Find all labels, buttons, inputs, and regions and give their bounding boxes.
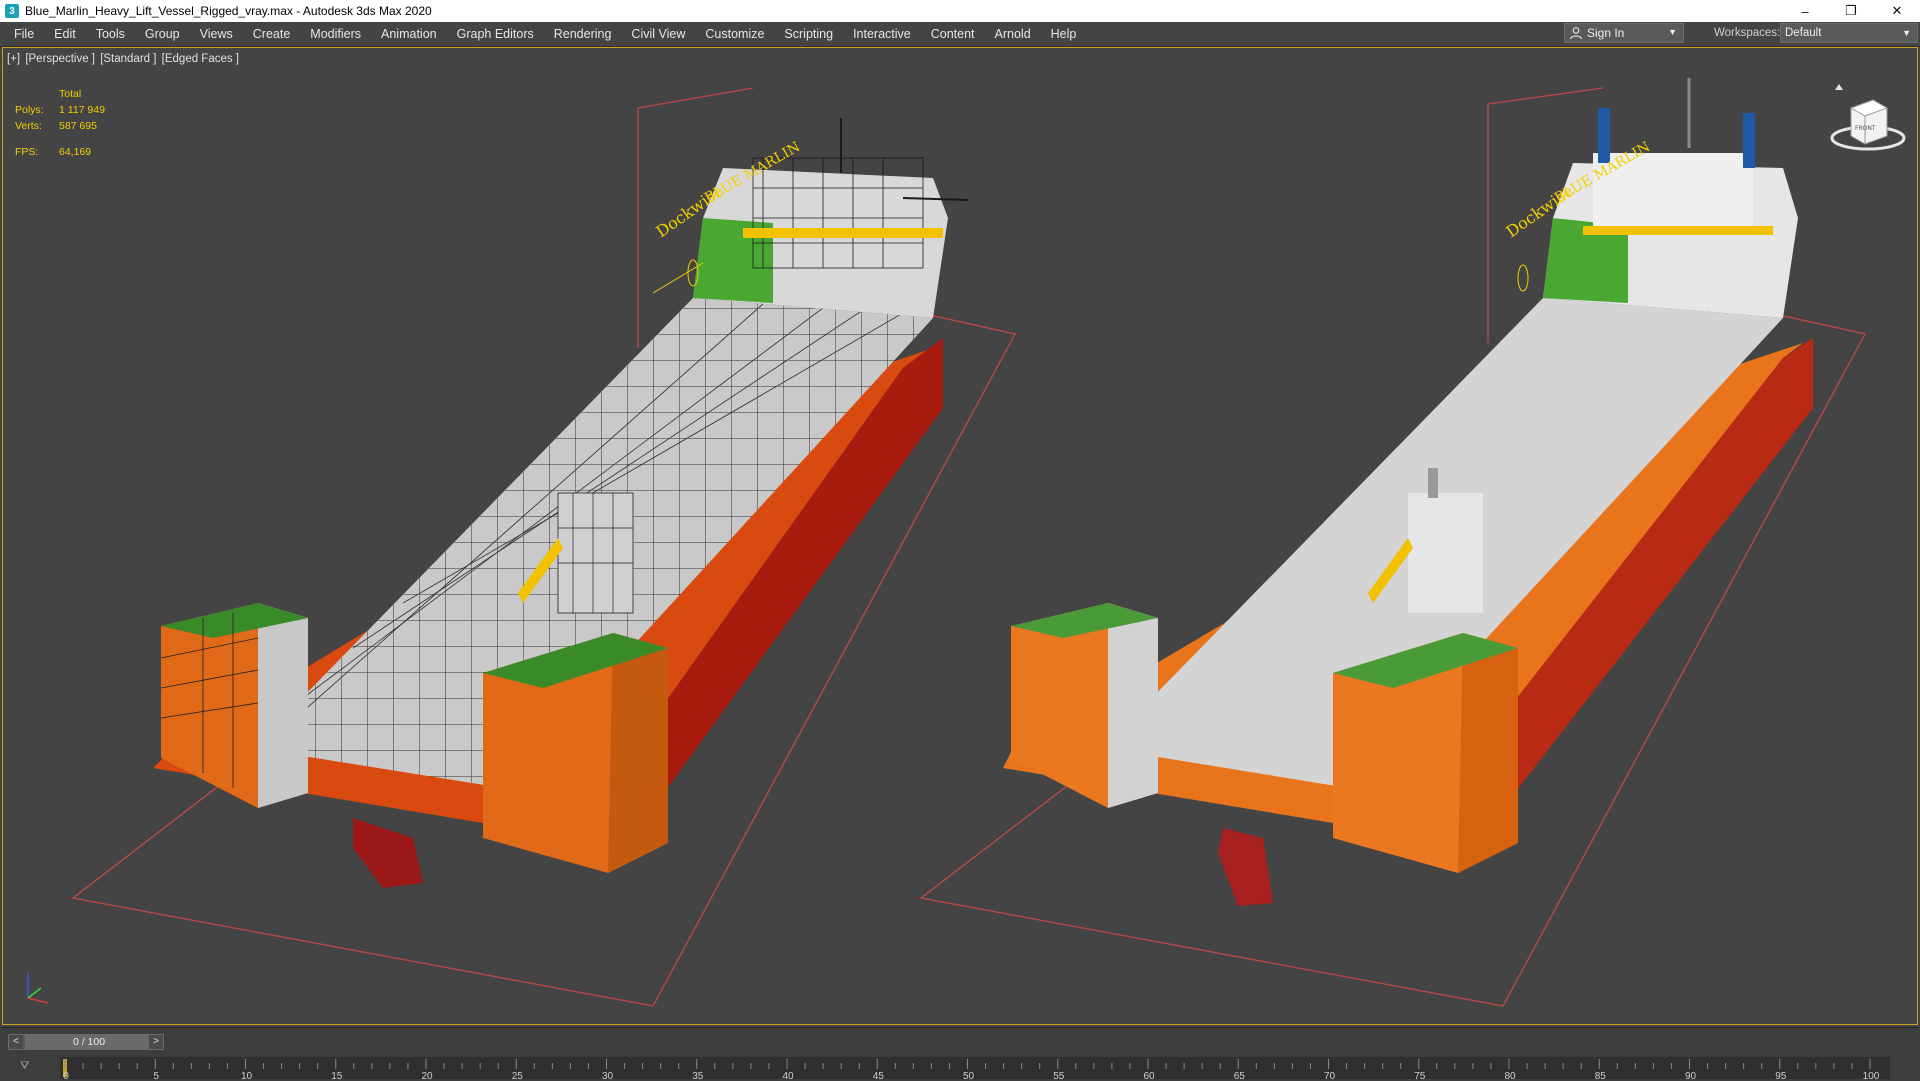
axis-tripod [27, 973, 49, 1004]
viewport-shading-standard[interactable]: [Standard ] [100, 53, 156, 65]
verts-value: 587 695 [59, 120, 97, 132]
menu-group[interactable]: Group [135, 22, 190, 46]
fps-label: FPS: [15, 146, 39, 158]
menu-file[interactable]: File [0, 22, 44, 46]
viewport-menu-plus[interactable]: [+] [7, 53, 20, 65]
menu-interactive[interactable]: Interactive [843, 22, 921, 46]
next-frame-button[interactable]: > [149, 1035, 163, 1049]
vessel-shaded[interactable]: Dockwise BLUE MARLIN [919, 78, 1866, 1007]
workspaces-label: Workspaces: [1714, 27, 1781, 39]
time-slider-bar: < 0 / 100 > ⛛ 0 5 10 15 20 25 30 35 40 45 50 55 60 65… [0, 1027, 1920, 1081]
menu-scripting[interactable]: Scripting [774, 22, 843, 46]
menu-animation[interactable]: Animation [371, 22, 447, 46]
fps-value: 64,169 [59, 146, 92, 158]
workspace-value: Default [1785, 27, 1822, 39]
workspace-dropdown[interactable]: Default ▼ [1780, 23, 1918, 43]
window-title: Blue_Marlin_Heavy_Lift_Vessel_Rigged_vra… [25, 4, 432, 18]
menu-tools[interactable]: Tools [86, 22, 135, 46]
frame-display[interactable]: 0 / 100 [25, 1035, 153, 1049]
chevron-down-icon: ▼ [1902, 28, 1911, 38]
vessel-wireframe[interactable]: Dockwise BLUE MARLIN [71, 87, 1016, 1007]
menu-rendering[interactable]: Rendering [544, 22, 622, 46]
sign-in-label: Sign In [1587, 26, 1625, 40]
menu-civil-view[interactable]: Civil View [621, 22, 695, 46]
menu-content[interactable]: Content [921, 22, 985, 46]
sign-in-button[interactable]: Sign In ▼ [1564, 23, 1684, 43]
viewcube-face-label: FRONT [1855, 125, 1876, 132]
menu-customize[interactable]: Customize [695, 22, 774, 46]
menu-modifiers[interactable]: Modifiers [300, 22, 371, 46]
close-button[interactable]: ✕ [1874, 0, 1920, 22]
verts-label: Verts: [15, 120, 42, 132]
menu-edit[interactable]: Edit [44, 22, 86, 46]
chevron-down-icon: ▼ [1668, 27, 1677, 37]
menu-views[interactable]: Views [190, 22, 243, 46]
app-icon: 3 [5, 4, 19, 18]
time-slider[interactable]: < 0 / 100 > [8, 1034, 164, 1050]
viewport-shading-edged-faces[interactable]: [Edged Faces ] [162, 53, 239, 65]
scene-render[interactable]: Dockwise BLUE MARLIN Dockwise BLUE MARLI… [3, 48, 1917, 1024]
restore-button[interactable]: ❐ [1828, 0, 1874, 22]
track-bar[interactable]: 0 5 10 15 20 25 30 35 40 45 50 55 60 65 70 75 80 85 90 95 10… [0, 1054, 1920, 1081]
perspective-viewport[interactable]: Dockwise BLUE MARLIN Dockwise BLUE MARLI… [2, 47, 1918, 1025]
stats-header: Total [59, 88, 82, 100]
minimize-button[interactable]: – [1782, 0, 1828, 22]
polys-value: 1 117 949 [59, 104, 105, 116]
user-icon [1569, 27, 1583, 40]
home-icon[interactable] [1835, 84, 1843, 90]
viewport-point-of-view[interactable]: [Perspective ] [25, 53, 95, 65]
prev-frame-button[interactable]: < [9, 1035, 23, 1049]
scene-statistics: Total Polys: 1 117 949 Verts: 587 695 FPS:… [15, 86, 105, 160]
menu-create[interactable]: Create [243, 22, 301, 46]
viewport-label[interactable]: [+] [Perspective ] [Standard ] [Edged Fa… [7, 53, 241, 65]
menu-arnold[interactable]: Arnold [985, 22, 1041, 46]
viewcube[interactable]: FRONT [1823, 78, 1913, 168]
title-bar: 3 Blue_Marlin_Heavy_Lift_Vessel_Rigged_v… [0, 0, 1920, 22]
polys-label: Polys: [15, 104, 44, 116]
menu-graph-editors[interactable]: Graph Editors [447, 22, 544, 46]
menu-help[interactable]: Help [1041, 22, 1087, 46]
